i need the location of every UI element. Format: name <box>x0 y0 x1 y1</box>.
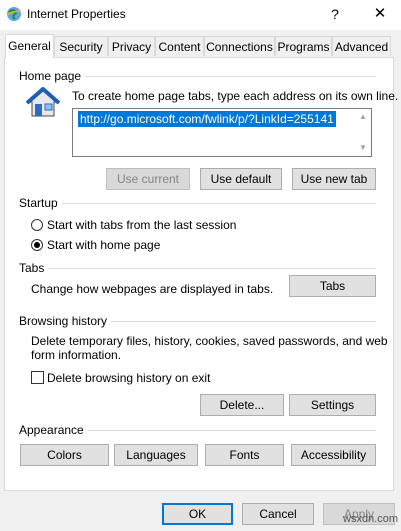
home-page-url-text: http://go.microsoft.com/fwlink/p/?LinkId… <box>78 111 336 127</box>
tab-advanced[interactable]: Advanced <box>332 36 391 56</box>
cancel-button[interactable]: Cancel <box>242 503 314 525</box>
use-new-tab-button[interactable]: Use new tab <box>292 168 376 190</box>
radio-last-session[interactable] <box>31 219 43 231</box>
radio-home-page[interactable] <box>31 239 43 251</box>
watermark-text: wsxdn.com <box>343 513 399 525</box>
home-page-instructions: To create home page tabs, type each addr… <box>72 89 399 103</box>
tab-programs[interactable]: Programs <box>275 36 332 56</box>
help-button[interactable]: ? <box>326 5 344 23</box>
accessibility-button[interactable]: Accessibility <box>291 444 376 466</box>
tabs-group-label: Tabs <box>19 261 49 275</box>
scroll-up-icon[interactable]: ▲ <box>359 112 367 121</box>
internet-globe-icon <box>6 7 22 21</box>
tabs-button[interactable]: Tabs <box>289 275 376 297</box>
startup-divider <box>20 203 376 204</box>
tab-privacy[interactable]: Privacy <box>108 36 155 56</box>
languages-button[interactable]: Languages <box>114 444 198 466</box>
delete-on-exit-checkbox[interactable] <box>31 371 44 384</box>
tab-connections[interactable]: Connections <box>204 36 275 56</box>
appearance-group-label: Appearance <box>19 423 88 437</box>
scroll-down-icon[interactable]: ▼ <box>359 143 367 152</box>
startup-last-session-label[interactable]: Start with tabs from the last session <box>47 218 236 232</box>
browsing-history-description-2: form information. <box>31 348 122 362</box>
tab-general[interactable]: General <box>5 34 54 58</box>
home-house-icon <box>26 87 60 117</box>
window-title: Internet Properties <box>27 7 126 21</box>
startup-group-label: Startup <box>19 196 62 210</box>
url-textarea-scrollbar[interactable]: ▲ ▼ <box>354 109 371 156</box>
use-default-button[interactable]: Use default <box>200 168 282 190</box>
tabs-description: Change how webpages are displayed in tab… <box>31 282 274 296</box>
colors-button[interactable]: Colors <box>20 444 109 466</box>
delete-button[interactable]: Delete... <box>200 394 284 416</box>
ok-button[interactable]: OK <box>162 503 233 525</box>
browsing-history-group-label: Browsing history <box>19 314 112 328</box>
title-bar: Internet Properties ? ✕ <box>0 0 401 30</box>
tab-security[interactable]: Security <box>54 36 108 56</box>
home-page-group-label: Home page <box>19 69 86 83</box>
delete-on-exit-label[interactable]: Delete browsing history on exit <box>47 371 210 385</box>
tab-content[interactable]: Content <box>155 36 204 56</box>
tabs-divider <box>20 268 376 269</box>
fonts-button[interactable]: Fonts <box>205 444 284 466</box>
startup-home-page-label[interactable]: Start with home page <box>47 238 160 252</box>
home-page-url-textarea[interactable]: http://go.microsoft.com/fwlink/p/?LinkId… <box>72 108 372 157</box>
use-current-button[interactable]: Use current <box>106 168 190 190</box>
close-button[interactable]: ✕ <box>370 4 390 24</box>
browsing-history-description-1: Delete temporary files, history, cookies… <box>31 334 388 348</box>
settings-button[interactable]: Settings <box>289 394 376 416</box>
